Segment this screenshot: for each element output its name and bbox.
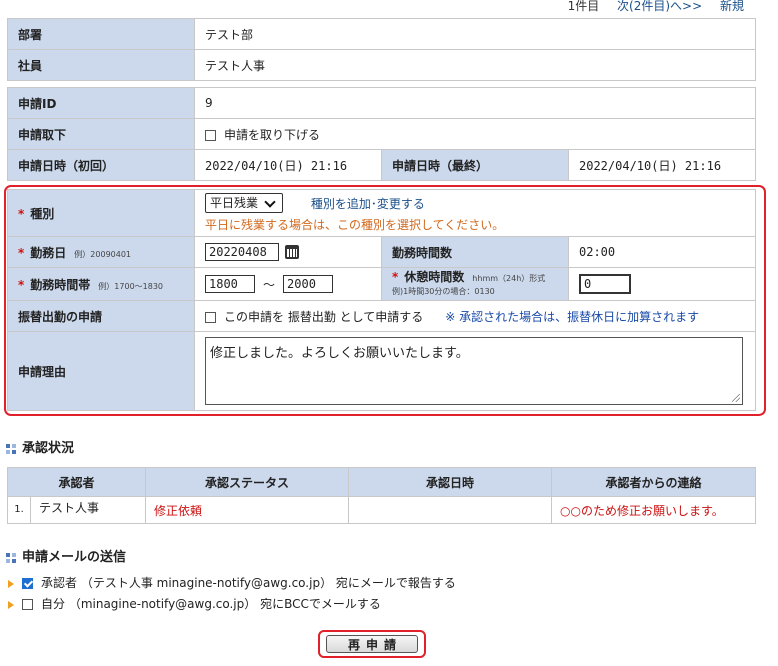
work-date-hint: 例）20090401 <box>74 249 132 259</box>
work-period-from-input[interactable]: 1800 <box>205 275 255 293</box>
required-mark: * <box>18 206 25 221</box>
type-label-cell: * 種別 <box>7 189 195 237</box>
break-hours-cell: 0 <box>568 267 756 301</box>
type-select[interactable]: 平日残業 <box>205 193 284 213</box>
table-row: 1. テスト人事 修正依頼 ○○のため修正お願いします。 <box>7 496 756 524</box>
mail-self-label[interactable]: 自分 （minagine-notify@awg.co.jp） 宛にBCCでメール… <box>41 597 381 611</box>
bullet-arrow-icon <box>8 579 14 588</box>
submit-highlight-frame: 再申請 <box>318 630 426 658</box>
app-id-label: 申請ID <box>7 87 195 119</box>
row-number: 1. <box>8 497 31 523</box>
mail-option-approver: 承認者 （テスト人事 minagine-notify@awg.co.jp） 宛に… <box>8 574 456 591</box>
employee-label: 社員 <box>7 49 195 81</box>
approver-name: テスト人事 <box>39 501 100 515</box>
mail-approver-label[interactable]: 承認者 （テスト人事 minagine-notify@awg.co.jp） 宛に… <box>41 576 456 590</box>
reason-text: 修正しました。よろしくお願いいたします。 <box>210 346 469 361</box>
reason-label: 申請理由 <box>7 331 195 411</box>
dept-value: テスト部 <box>194 18 756 50</box>
required-mark: * <box>18 277 25 292</box>
app-date-first-label: 申請日時（初回） <box>7 149 195 181</box>
application-info-table: 申請ID 9 申請取下 申請を取り下げる 申請日時（初回） 2022/04/10… <box>7 87 756 181</box>
bullet-arrow-icon <box>8 600 14 609</box>
section-icon <box>6 443 16 454</box>
withdraw-label: 申請取下 <box>7 118 195 150</box>
calendar-icon[interactable] <box>285 245 299 259</box>
reason-cell: 修正しました。よろしくお願いいたします。 <box>194 331 756 411</box>
work-hours-label: 勤務時間数 <box>381 236 569 268</box>
approval-header-approver: 承認者 <box>7 467 146 497</box>
record-count: 1件目 <box>567 0 600 13</box>
mail-title-text: 申請メールの送信 <box>22 550 127 565</box>
chevron-down-icon <box>264 196 276 208</box>
approver-message: ○○のため修正お願いします。 <box>551 496 756 524</box>
request-form-table: * 種別 平日残業 種別を追加･変更する 平日に残業する場合は、この種別を選択して… <box>7 189 756 411</box>
type-label: 種別 <box>30 206 55 221</box>
mail-option-self: 自分 （minagine-notify@awg.co.jp） 宛にBCCでメール… <box>8 595 381 612</box>
approval-header-date: 承認日時 <box>348 467 552 497</box>
dept-label: 部署 <box>7 18 195 50</box>
mail-self-checkbox[interactable] <box>22 599 33 610</box>
work-period-cell: 1800 ～ 2000 <box>194 267 382 301</box>
required-mark: * <box>18 245 25 260</box>
approval-header-status: 承認ステータス <box>145 467 349 497</box>
record-pager: 1件目 次(2件目)へ>> 新規 <box>554 0 744 14</box>
work-period-to-input[interactable]: 2000 <box>283 275 334 293</box>
app-date-first-value: 2022/04/10(日) 21:16 <box>194 149 382 181</box>
type-edit-link[interactable]: 種別を追加･変更する <box>311 197 425 211</box>
type-select-value: 平日残業 <box>210 196 259 210</box>
substitute-note: ※ 承認された場合は、振替休日に加算されます <box>445 309 700 324</box>
withdraw-cell: 申請を取り下げる <box>194 118 756 150</box>
break-hours-label-cell: * 休憩時間数 hhmm（24h）形式 例)1時間30分の場合：0130 <box>381 267 569 301</box>
new-record-link[interactable]: 新規 <box>720 0 744 13</box>
resubmit-button[interactable]: 再申請 <box>326 635 418 653</box>
substitute-checkbox[interactable] <box>205 311 216 323</box>
approval-table: 承認者 承認ステータス 承認日時 承認者からの連絡 1. テスト人事 修正依頼 ○… <box>7 467 756 524</box>
work-date-input[interactable]: 20220408 <box>205 243 279 261</box>
mail-approver-checkbox[interactable] <box>22 578 33 589</box>
app-date-last-label: 申請日時（最終） <box>381 149 569 181</box>
break-hours-input[interactable]: 0 <box>579 274 631 294</box>
approval-status: 修正依頼 <box>145 496 349 524</box>
withdraw-checkbox[interactable] <box>205 129 216 141</box>
work-period-label-cell: * 勤務時間帯 例）1700～1830 <box>7 267 195 301</box>
substitute-checkbox-label[interactable]: この申請を 振替出勤 として申請する <box>224 310 423 324</box>
work-date-cell: 20220408 <box>194 236 382 268</box>
break-hours-hint2: 例)1時間30分の場合：0130 <box>392 286 495 296</box>
work-hours-value: 02:00 <box>568 236 756 268</box>
approval-title-text: 承認状況 <box>22 441 75 456</box>
break-hours-label: 休憩時間数 <box>404 269 465 284</box>
type-cell: 平日残業 種別を追加･変更する 平日に残業する場合は、この種別を選択してください… <box>194 189 756 237</box>
app-id-value: 9 <box>194 87 756 119</box>
substitute-label: 振替出勤の申請 <box>7 300 195 332</box>
approval-date <box>348 496 552 524</box>
approval-header-message: 承認者からの連絡 <box>551 467 756 497</box>
employee-table: 部署 テスト部 社員 テスト人事 <box>7 18 756 81</box>
section-icon <box>6 552 16 563</box>
approval-section-title: 承認状況 <box>6 437 74 456</box>
withdraw-checkbox-label[interactable]: 申請を取り下げる <box>224 128 320 142</box>
employee-value: テスト人事 <box>194 49 756 81</box>
app-date-last-value: 2022/04/10(日) 21:16 <box>568 149 756 181</box>
required-mark: * <box>392 269 399 284</box>
work-period-label: 勤務時間帯 <box>30 277 91 292</box>
substitute-cell: この申請を 振替出勤 として申請する ※ 承認された場合は、振替休日に加算されます <box>194 300 756 332</box>
work-date-label-cell: * 勤務日 例）20090401 <box>7 236 195 268</box>
tilde-separator: ～ <box>263 277 276 292</box>
mail-section-title: 申請メールの送信 <box>6 546 126 565</box>
resize-handle-icon[interactable] <box>732 394 740 402</box>
type-note: 平日に残業する場合は、この種別を選択してください。 <box>205 218 505 232</box>
break-hours-hint1: hhmm（24h）形式 <box>472 273 546 283</box>
work-period-hint: 例）1700～1830 <box>98 281 164 291</box>
approver-cell: 1. テスト人事 <box>7 496 146 524</box>
reason-textarea[interactable]: 修正しました。よろしくお願いいたします。 <box>205 337 743 405</box>
next-record-link[interactable]: 次(2件目)へ>> <box>617 0 702 13</box>
work-date-label: 勤務日 <box>30 245 67 260</box>
